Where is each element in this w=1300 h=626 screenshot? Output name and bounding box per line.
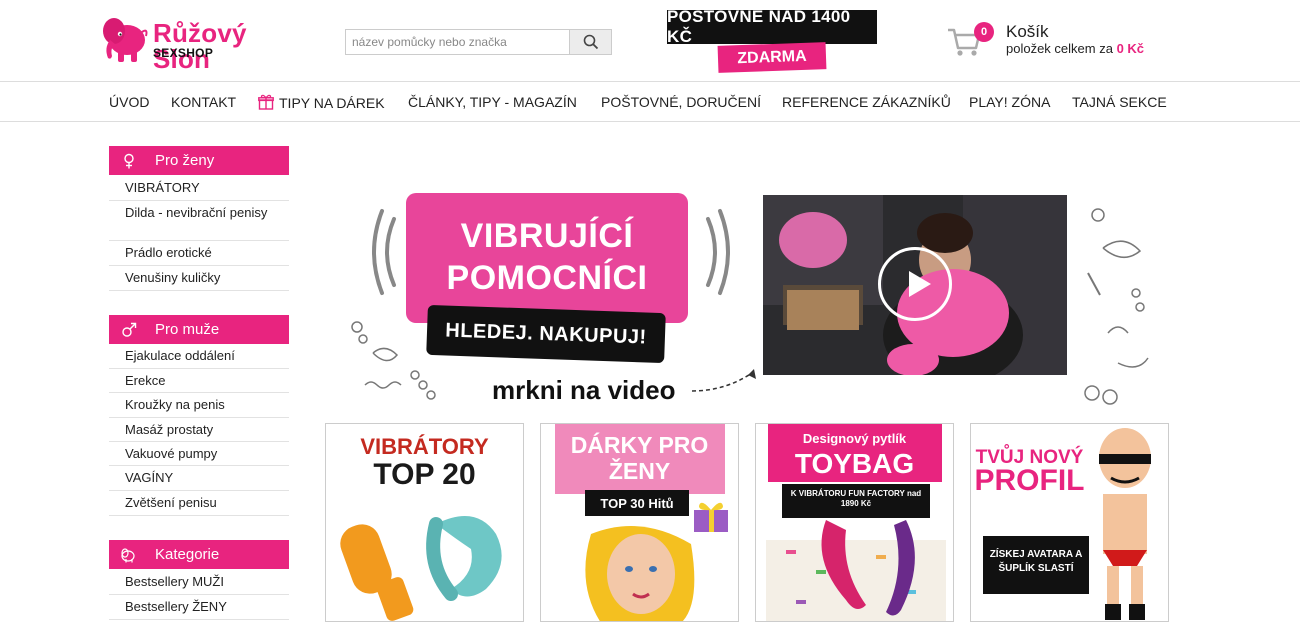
sidebar-header-categories-label: Kategorie xyxy=(155,546,220,563)
play-button[interactable] xyxy=(878,247,952,321)
sidebar-header-men[interactable]: Pro muže xyxy=(109,315,289,344)
sidebar-header-women-label: Pro ženy xyxy=(155,152,215,169)
sidebar-item-bestsellers-men[interactable]: Bestsellery MUŽI xyxy=(109,570,289,595)
search-button[interactable] xyxy=(569,29,612,55)
tile-toybag-line2: TOYBAG xyxy=(794,448,915,479)
nav-item-gift-tips[interactable]: TIPY NA DÁREK xyxy=(258,94,385,111)
sidebar-item-prostate-massage[interactable]: Masáž prostaty xyxy=(109,418,289,442)
site-logo[interactable]: Růžový Slon SEXSHOP xyxy=(100,12,310,72)
vibration-lines-right-icon xyxy=(706,209,730,295)
search-icon xyxy=(583,34,598,50)
promo-tile-profile[interactable]: TVŮJ NOVÝ PROFIL ZÍSKEJ AVATARA A ŠUPLÍK… xyxy=(970,423,1169,622)
nav-item-contact[interactable]: KONTAKT xyxy=(171,94,236,110)
search-bar xyxy=(345,29,612,55)
nav-item-secret-section[interactable]: TAJNÁ SEKCE xyxy=(1072,94,1167,110)
promo-tile-gifts-women[interactable]: DÁRKY PRO ŽENY TOP 30 Hitů xyxy=(540,423,739,622)
shipping-free-label: ZDARMA xyxy=(717,42,827,73)
tile-gifts-line1: DÁRKY PRO xyxy=(570,432,709,458)
tile-gifts-line2: ŽENY xyxy=(608,458,671,484)
cart-summary: položek celkem za 0 Kč xyxy=(1006,41,1144,56)
gift-icon xyxy=(258,94,274,110)
female-symbol-icon xyxy=(124,153,134,168)
sidebar-item-lingerie[interactable]: Prádlo erotické xyxy=(109,241,289,266)
category-icon xyxy=(121,547,135,562)
toybag-products-image xyxy=(766,520,946,621)
tile-toybag-line1: Designový pytlík xyxy=(802,431,907,446)
shipping-threshold-text: POŠTOVNÉ NAD 1400 KČ xyxy=(667,7,877,46)
nav-item-references[interactable]: REFERENCE ZÁKAZNÍKŮ xyxy=(782,94,951,110)
nav-item-gift-tips-label: TIPY NA DÁREK xyxy=(279,95,385,111)
sidebar-item-bestsellers-women[interactable]: Bestsellery ŽENY xyxy=(109,595,289,620)
sidebar-item-vibrators[interactable]: VIBRÁTORY xyxy=(109,176,289,201)
avatar-character-image xyxy=(1099,428,1151,620)
nav-item-magazine[interactable]: ČLÁNKY, TIPY - MAGAZÍN xyxy=(408,94,577,110)
nav-item-home[interactable]: ÚVOD xyxy=(109,94,149,110)
sidebar-item-vacuum-pumps[interactable]: Vakuové pumpy xyxy=(109,442,289,466)
main-navigation: ÚVOD KONTAKT TIPY NA DÁREK ČLÁNKY, TIPY … xyxy=(0,82,1300,122)
sidebar-item-penis-rings[interactable]: Kroužky na penis xyxy=(109,393,289,418)
elephant-logo-icon xyxy=(103,18,148,62)
search-input[interactable] xyxy=(345,29,569,55)
hero-title-line2: POMOCNÍCI xyxy=(446,259,648,297)
hero-title-box: VIBRUJÍCÍ POMOCNÍCI xyxy=(406,193,688,323)
hero-video-cta: mrkni na video xyxy=(492,375,676,405)
tile-toybag-sub: K VIBRÁTORU FUN FACTORY nad 1890 Kč xyxy=(782,484,930,518)
logo-subtitle: SEXSHOP xyxy=(153,46,214,60)
tile-gifts-badge: TOP 30 Hitů xyxy=(585,490,689,516)
sidebar-item-erection[interactable]: Erekce xyxy=(109,369,289,393)
sidebar-header-categories[interactable]: Kategorie xyxy=(109,540,289,569)
nav-item-shipping[interactable]: POŠTOVNÉ, DORUČENÍ xyxy=(601,94,761,110)
tile-profile-badge: ZÍSKEJ AVATARA A ŠUPLÍK SLASTÍ xyxy=(983,536,1089,594)
tile-vibrators-line2: TOP 20 xyxy=(373,458,476,491)
hero-video-player[interactable] xyxy=(763,195,1067,375)
dashed-arrow-icon xyxy=(691,369,756,392)
sidebar-header-women[interactable]: Pro ženy xyxy=(109,146,289,175)
sidebar-item-enlargement[interactable]: Zvětšení penisu xyxy=(109,491,289,516)
promo-tile-toybag[interactable]: Designový pytlík TOYBAG K VIBRÁTORU FUN … xyxy=(755,423,954,622)
cart-widget[interactable]: 0 Košík položek celkem za 0 Kč xyxy=(946,20,1196,64)
sidebar-item-dildos[interactable]: Dilda - nevibrační penisy xyxy=(109,201,289,241)
nav-item-play-zone[interactable]: PLAY! ZÓNA xyxy=(969,94,1050,110)
vibration-lines-icon xyxy=(372,209,396,295)
woman-illustration-image xyxy=(585,526,695,621)
sidebar-header-men-label: Pro muže xyxy=(155,321,220,338)
hero-banner[interactable]: VIBRUJÍCÍ POMOCNÍCI HLEDEJ. NAKUPUJ! mrk… xyxy=(340,185,1170,410)
tile-vibrators-line1: VIBRÁTORY xyxy=(360,434,489,459)
sidebar-item-vaginas[interactable]: VAGÍNY xyxy=(109,466,289,491)
cart-count-badge: 0 xyxy=(974,22,994,42)
cart-total: 0 Kč xyxy=(1116,41,1145,56)
free-shipping-banner[interactable]: POŠTOVNÉ NAD 1400 KČ ZDARMA xyxy=(667,7,877,73)
cart-summary-label: položek celkem za xyxy=(1006,41,1113,56)
sidebar-item-ejaculation-delay[interactable]: Ejakulace oddálení xyxy=(109,344,289,369)
toy-doodles-right-icon xyxy=(1084,208,1149,405)
male-symbol-icon xyxy=(122,322,137,337)
promo-tile-vibrators-top20[interactable]: VIBRÁTORY TOP 20 xyxy=(325,423,524,622)
site-header: Růžový Slon SEXSHOP POŠTOVNÉ NAD 1400 KČ… xyxy=(0,0,1300,82)
vibrator-products-image xyxy=(340,516,502,621)
hero-title-line1: VIBRUJÍCÍ xyxy=(460,217,634,255)
sidebar-item-venus-balls[interactable]: Venušiny kuličky xyxy=(109,266,289,291)
hero-tagline: HLEDEJ. NAKUPUJ! xyxy=(426,304,666,364)
cart-title: Košík xyxy=(1006,22,1049,41)
